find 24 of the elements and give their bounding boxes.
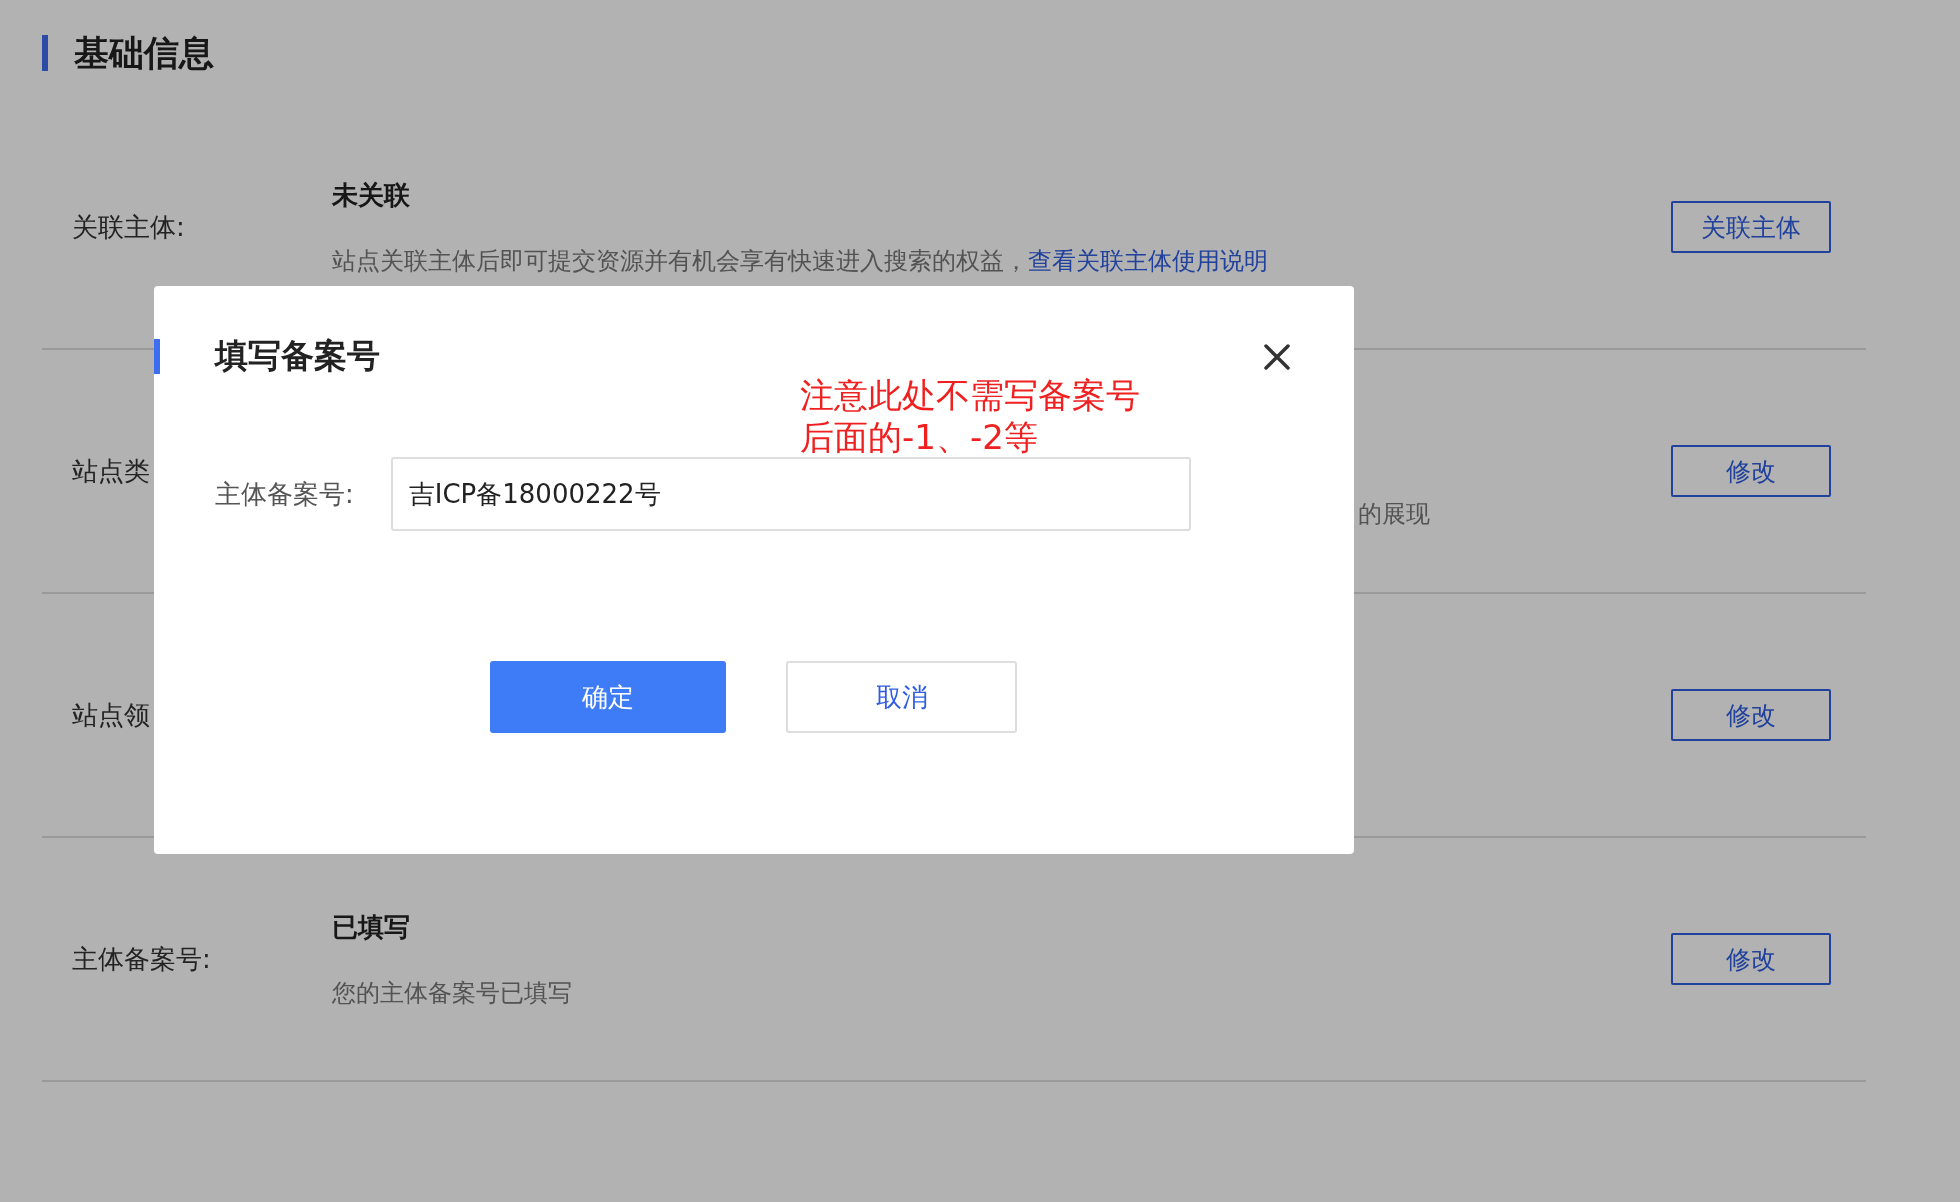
edit-button[interactable]: 关联主体 (1671, 201, 1831, 253)
status-text: 未关联 (332, 178, 410, 212)
description-text: 您的主体备案号已填写 (332, 977, 572, 1009)
help-link[interactable]: 查看关联主体使用说明 (1028, 246, 1268, 275)
field-label: 站点类 (72, 454, 150, 488)
field-label: 站点领 (72, 698, 150, 732)
description-text: 的展现 (1358, 499, 1430, 530)
field-label: 主体备案号: (72, 942, 211, 976)
annotation-text: 后面的-1、-2等 (800, 416, 1039, 458)
annotation-text: 注意此处不需写备案号 (800, 374, 1140, 416)
description-text: 站点关联主体后即可提交资源并有机会享有快速进入搜索的权益，查看关联主体使用说明 (332, 245, 1268, 277)
field-label: 关联主体: (72, 210, 185, 244)
status-text: 已填写 (332, 910, 410, 944)
cancel-button[interactable]: 取消 (786, 661, 1017, 733)
edit-button[interactable]: 修改 (1671, 445, 1831, 497)
record-number-input[interactable]: 吉ICP备18000222号 (390, 457, 1191, 531)
section-title: 基础信息 (74, 31, 214, 75)
accent-bar (154, 338, 160, 374)
confirm-button[interactable]: 确定 (490, 661, 726, 733)
edit-button[interactable]: 修改 (1671, 689, 1831, 741)
dialog-title: 填写备案号 (215, 334, 380, 377)
field-label: 主体备案号: (215, 477, 354, 511)
edit-button[interactable]: 修改 (1671, 933, 1831, 985)
accent-bar (42, 35, 48, 71)
